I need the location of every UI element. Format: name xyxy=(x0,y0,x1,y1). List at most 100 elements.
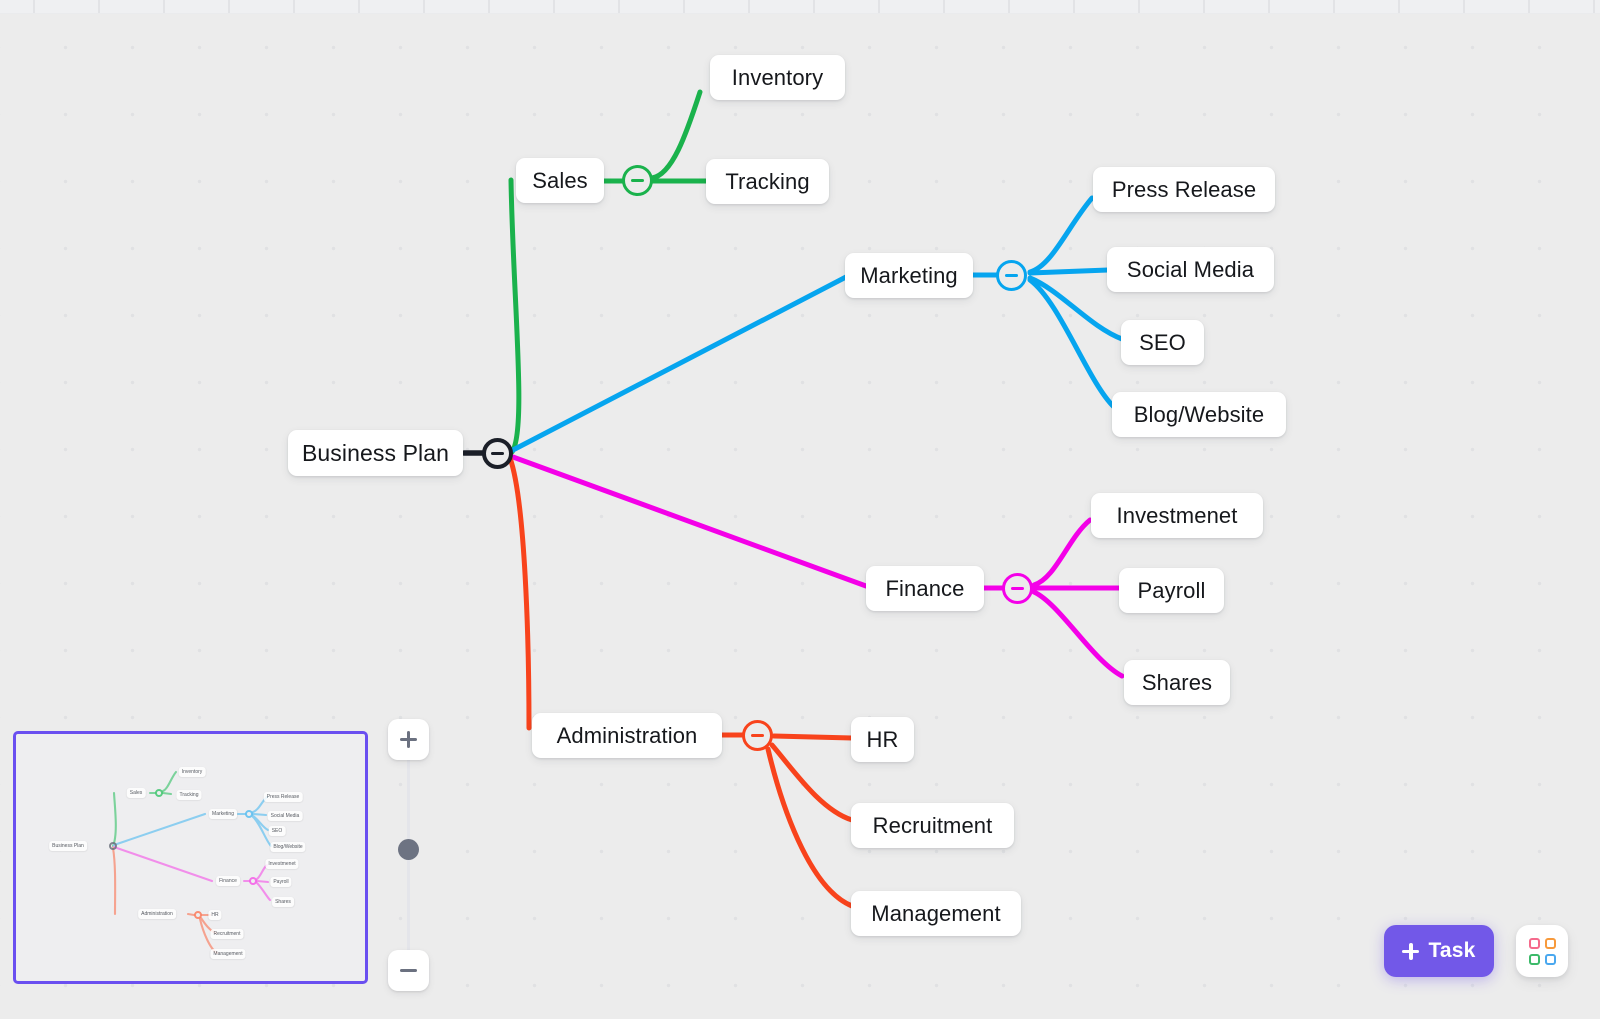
add-task-button[interactable]: Task xyxy=(1384,925,1494,977)
minimap-node: Marketing xyxy=(209,809,237,819)
node-label: SEO xyxy=(1139,329,1186,355)
node-label: HR xyxy=(866,726,899,752)
collapse-toggle-business-plan[interactable] xyxy=(482,438,513,469)
minus-icon xyxy=(491,451,504,456)
mini-edge-root-marketing xyxy=(112,812,207,847)
collapse-toggle-administration[interactable] xyxy=(742,720,773,751)
minimap-node: Payroll xyxy=(270,877,292,887)
app-dot-green xyxy=(1528,953,1540,965)
minimap[interactable]: Business Plan Sales Inventory Tracking Marke… xyxy=(13,731,368,984)
node-recruitment[interactable]: Recruitment xyxy=(851,803,1014,848)
zoom-slider-handle[interactable] xyxy=(398,839,419,860)
mini-edge-root-administration xyxy=(111,846,117,916)
minimap-node: Blog/Website xyxy=(270,842,306,852)
mini-toggle-marketing xyxy=(245,810,253,818)
node-marketing[interactable]: Marketing xyxy=(845,253,973,298)
mini-edge-finance-shares xyxy=(255,881,272,902)
minimap-node: Administration xyxy=(138,909,176,919)
node-payroll[interactable]: Payroll xyxy=(1119,568,1224,613)
minimap-node: Management xyxy=(210,949,246,959)
zoom-out-button[interactable] xyxy=(388,950,429,991)
node-shares[interactable]: Shares xyxy=(1124,660,1230,705)
node-blog-website[interactable]: Blog/Website xyxy=(1112,392,1286,437)
mini-toggle-root xyxy=(109,842,117,850)
mini-edge-finance-payroll xyxy=(255,879,270,884)
node-administration[interactable]: Administration xyxy=(532,713,722,758)
node-press-release[interactable]: Press Release xyxy=(1093,167,1275,212)
node-social-media[interactable]: Social Media xyxy=(1107,247,1274,292)
node-label: Blog/Website xyxy=(1133,401,1265,427)
app-dot-orange xyxy=(1544,937,1556,949)
mini-toggle-finance xyxy=(249,877,257,885)
mini-edge-sales-inventory xyxy=(161,770,178,793)
edge-root-sales xyxy=(508,177,522,455)
edge-administration-management xyxy=(765,746,855,909)
edge-marketing-social-media xyxy=(1027,267,1111,276)
node-hr[interactable]: HR xyxy=(851,717,914,762)
apps-button[interactable] xyxy=(1516,925,1568,977)
edge-marketing-press-release xyxy=(1027,195,1095,275)
minimap-node: Social Media xyxy=(267,811,303,821)
mini-toggle-administration xyxy=(194,911,202,919)
collapse-toggle-marketing[interactable] xyxy=(996,260,1027,291)
node-sales[interactable]: Sales xyxy=(516,158,604,203)
node-label: Management xyxy=(871,900,1001,926)
app-dot-pink xyxy=(1528,937,1540,949)
minimap-node: HR xyxy=(208,910,222,920)
node-label: Business Plan xyxy=(301,439,450,466)
node-inventory[interactable]: Inventory xyxy=(710,55,845,100)
node-label: Payroll xyxy=(1137,577,1206,603)
mini-edge-marketing-social xyxy=(251,812,268,817)
node-label: Inventory xyxy=(731,64,824,90)
minimap-node: SEO xyxy=(268,826,286,836)
top-ruler xyxy=(0,0,1600,14)
edge-finance-investment xyxy=(1031,517,1093,588)
node-label: Administration xyxy=(556,722,698,748)
node-management[interactable]: Management xyxy=(851,891,1021,936)
minimap-node: Finance xyxy=(216,876,240,886)
edge-sales-inventory xyxy=(649,89,703,181)
edge-root-administration xyxy=(507,455,532,731)
edge-marketing-blog-website xyxy=(1027,277,1117,410)
mini-edge-root-sales xyxy=(111,791,117,848)
mindmap-canvas[interactable]: Business Plan Sales Inventory Tracking M… xyxy=(0,0,1600,1019)
collapse-toggle-finance[interactable] xyxy=(1002,573,1033,604)
mini-toggle-sales xyxy=(155,789,163,797)
edge-root-marketing xyxy=(510,274,849,453)
node-label: Finance xyxy=(885,575,965,601)
node-label: Marketing xyxy=(860,262,958,288)
node-label: Tracking xyxy=(725,168,810,194)
plus-icon xyxy=(1402,942,1420,960)
node-label: Shares xyxy=(1141,669,1213,695)
minimap-node: Recruitment xyxy=(210,929,244,939)
node-label: Press Release xyxy=(1111,176,1257,202)
mini-edge-root-finance xyxy=(112,845,214,883)
edge-root-finance xyxy=(510,454,869,589)
minus-icon xyxy=(1011,586,1024,591)
add-task-label: Task xyxy=(1428,939,1476,962)
app-grid-icon xyxy=(1528,937,1556,965)
minimap-node: Sales xyxy=(126,788,146,798)
minimap-node: Shares xyxy=(272,897,294,907)
edge-administration-hr xyxy=(771,733,855,741)
node-label: Recruitment xyxy=(872,812,993,838)
plus-icon xyxy=(400,731,417,748)
collapse-toggle-sales[interactable] xyxy=(622,165,653,196)
minimap-node: Tracking xyxy=(176,790,202,800)
zoom-in-button[interactable] xyxy=(388,719,429,760)
node-tracking[interactable]: Tracking xyxy=(706,159,829,204)
minimap-node: Inventory xyxy=(178,767,206,777)
zoom-control[interactable] xyxy=(388,719,429,991)
mini-edge-sales-tracking xyxy=(161,791,173,796)
node-finance[interactable]: Finance xyxy=(866,566,984,611)
node-seo[interactable]: SEO xyxy=(1121,320,1204,365)
minus-icon xyxy=(400,962,417,979)
minus-icon xyxy=(631,178,644,183)
node-label: Social Media xyxy=(1126,256,1255,282)
node-investment[interactable]: Investmenet xyxy=(1091,493,1263,538)
minimap-node: Investmenet xyxy=(265,859,299,869)
minimap-node: Press Release xyxy=(263,792,303,802)
app-dot-blue xyxy=(1544,953,1556,965)
node-business-plan[interactable]: Business Plan xyxy=(288,430,463,476)
edge-finance-shares xyxy=(1031,589,1125,679)
